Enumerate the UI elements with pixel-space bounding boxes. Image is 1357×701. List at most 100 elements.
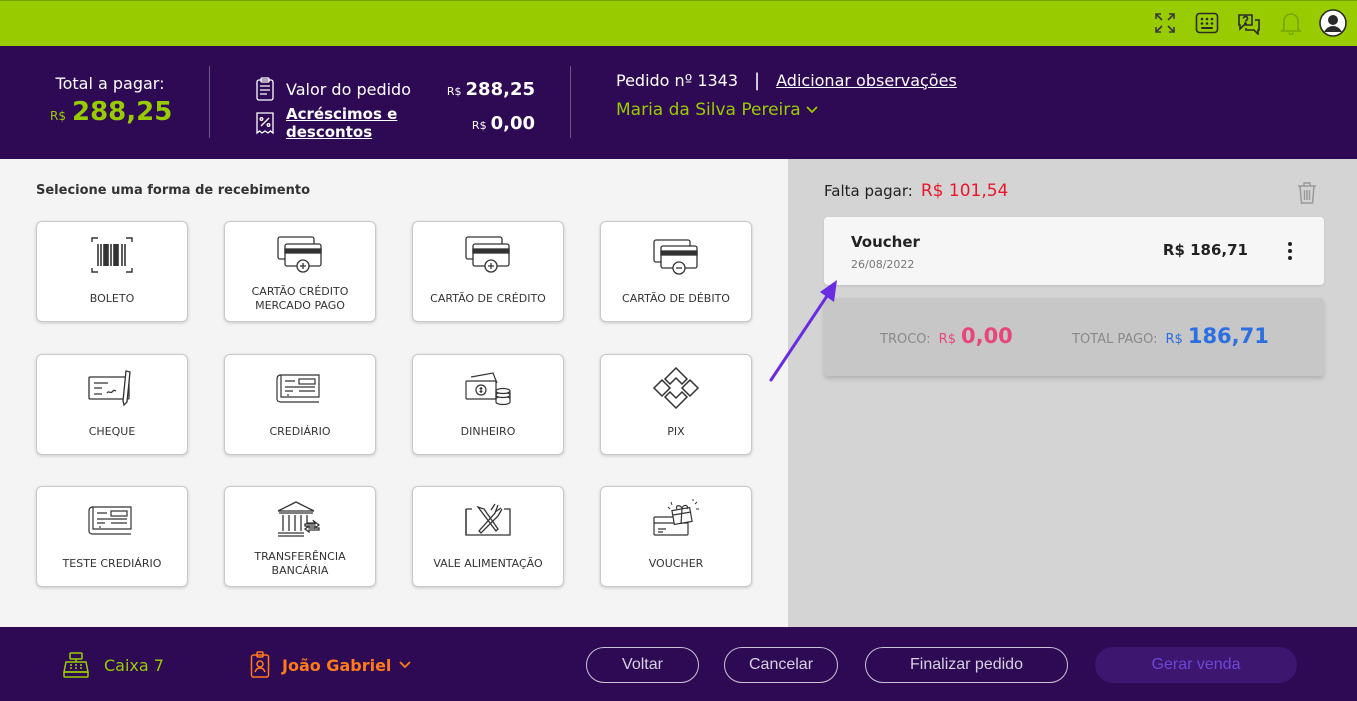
barcode-icon xyxy=(87,234,137,276)
cash-register-info: Caixa 7 xyxy=(62,651,164,679)
method-label: CARTÃO DE DÉBITO xyxy=(622,292,730,305)
method-label: TRANSFERÊNCIA BANCÁRIA xyxy=(254,550,346,577)
order-value-number: 288,25 xyxy=(465,78,535,100)
currency-label: R$ xyxy=(446,84,462,98)
voucher-gift-icon xyxy=(651,499,701,541)
payment-summary-panel: Falta pagar: R$ 101,54 Voucher 26/08/202… xyxy=(788,159,1357,627)
annotation-arrow xyxy=(769,280,837,382)
order-number-line: Pedido nº 1343 | Adicionar observações xyxy=(616,68,957,92)
remaining-label: Falta pagar: xyxy=(824,182,913,200)
change-currency: R$ xyxy=(938,332,956,347)
order-value-row: Valor do pedido R$ 288,25 xyxy=(255,72,535,106)
chevron-down-icon xyxy=(399,661,412,669)
payment-method-credito-mercado-pago[interactable]: CARTÃO CRÉDITO MERCADO PAGO xyxy=(224,221,376,322)
method-label: TESTE CREDIÁRIO xyxy=(62,557,162,570)
cash-register-label: Caixa 7 xyxy=(104,655,164,675)
payment-method-cartao-debito[interactable]: CARTÃO DE DÉBITO xyxy=(600,221,752,322)
totals-box: TROCO: R$ 0,00 TOTAL PAGO: R$ 186,71 xyxy=(824,298,1324,376)
paid-value: 186,71 xyxy=(1187,324,1269,348)
total-to-pay: Total a pagar: R$ 288,25 xyxy=(50,74,173,127)
bell-icon[interactable] xyxy=(1277,9,1305,37)
chevron-down-icon xyxy=(806,106,818,114)
payment-entry-name: Voucher xyxy=(851,233,920,251)
paid-label: TOTAL PAGO: xyxy=(1072,332,1158,347)
currency-label: R$ xyxy=(50,109,66,123)
payment-method-cheque[interactable]: CHEQUE xyxy=(36,354,188,455)
payment-entry[interactable]: Voucher 26/08/2022 R$ 186,71 xyxy=(824,217,1324,285)
cancel-button[interactable]: Cancelar xyxy=(724,647,838,683)
finish-order-button[interactable]: Finalizar pedido xyxy=(865,647,1068,683)
total-label: Total a pagar: xyxy=(55,74,165,93)
change-total: TROCO: R$ 0,00 xyxy=(880,324,1013,348)
cash-icon xyxy=(463,367,513,409)
order-header: Total a pagar: R$ 288,25 Valor do pedido … xyxy=(0,46,1357,159)
keypad-icon[interactable] xyxy=(1193,9,1221,37)
payment-entry-amount: R$ 186,71 xyxy=(1162,241,1248,259)
remaining-value: R$ 101,54 xyxy=(920,181,1009,201)
payment-method-teste-crediario[interactable]: TESTE CREDIÁRIO xyxy=(36,486,188,587)
change-label: TROCO: xyxy=(880,332,931,347)
operator-selector[interactable]: João Gabriel xyxy=(250,651,412,679)
method-label: VOUCHER xyxy=(648,557,704,570)
card-plus-icon xyxy=(275,234,325,276)
help-chat-icon[interactable] xyxy=(1235,9,1263,37)
order-value-label: Valor do pedido xyxy=(286,79,411,99)
more-options-icon[interactable] xyxy=(1286,241,1294,261)
generate-sale-button[interactable]: Gerar venda xyxy=(1095,647,1297,683)
payment-method-dinheiro[interactable]: DINHEIRO xyxy=(412,354,564,455)
operator-name: João Gabriel xyxy=(282,655,392,675)
payment-method-boleto[interactable]: BOLETO xyxy=(36,221,188,322)
trash-icon[interactable] xyxy=(1297,181,1317,205)
fork-knife-icon xyxy=(463,499,513,541)
bank-transfer-icon xyxy=(275,499,325,541)
method-label: VALE ALIMENTAÇÃO xyxy=(433,557,543,570)
method-label: CHEQUE xyxy=(88,425,136,438)
payment-method-pix[interactable]: PIX xyxy=(600,354,752,455)
add-notes-link[interactable]: Adicionar observações xyxy=(776,71,957,90)
client-name: Maria da Silva Pereira xyxy=(616,100,801,120)
top-bar xyxy=(0,0,1357,46)
paid-currency: R$ xyxy=(1165,332,1183,347)
clipboard-icon xyxy=(255,77,277,101)
cash-register-icon xyxy=(62,651,90,679)
method-label: DINHEIRO xyxy=(460,425,516,438)
method-label: CARTÃO DE CRÉDITO xyxy=(430,292,546,305)
adjustments-amount: R$ 0,00 xyxy=(472,113,535,134)
paid-total: TOTAL PAGO: R$ 186,71 xyxy=(1072,324,1269,348)
remaining-to-pay: Falta pagar: R$ 101,54 xyxy=(824,181,1008,201)
card-plus-icon xyxy=(463,234,513,276)
divider xyxy=(570,66,571,138)
crediario-icon xyxy=(87,499,137,541)
pix-icon xyxy=(651,366,701,410)
payment-method-crediario[interactable]: CREDIÁRIO xyxy=(224,354,376,455)
id-badge-icon xyxy=(250,651,270,679)
order-values: Valor do pedido R$ 288,25 Acréscimos e de… xyxy=(255,72,535,141)
total-value: R$ 288,25 xyxy=(50,97,173,127)
back-button[interactable]: Voltar xyxy=(586,647,699,683)
user-avatar-icon[interactable] xyxy=(1319,9,1347,37)
adjustments-link[interactable]: Acréscimos e descontos xyxy=(286,105,472,141)
cheque-icon xyxy=(87,367,137,409)
footer-bar: Caixa 7 João Gabriel Voltar Cancelar Fin… xyxy=(0,627,1357,701)
total-amount: 288,25 xyxy=(71,97,173,127)
payment-method-vale-alimentacao[interactable]: VALE ALIMENTAÇÃO xyxy=(412,486,564,587)
order-info: Pedido nº 1343 | Adicionar observações M… xyxy=(616,68,957,121)
order-value-amount: R$ 288,25 xyxy=(447,79,535,100)
divider xyxy=(209,66,210,138)
method-label: CARTÃO CRÉDITO MERCADO PAGO xyxy=(251,285,349,312)
payment-entry-date: 26/08/2022 xyxy=(851,258,915,271)
crediario-icon xyxy=(275,367,325,409)
card-minus-icon xyxy=(651,234,701,276)
client-selector[interactable]: Maria da Silva Pereira xyxy=(616,100,957,120)
payment-method-transferencia-bancaria[interactable]: TRANSFERÊNCIA BANCÁRIA xyxy=(224,486,376,587)
fullscreen-icon[interactable] xyxy=(1151,9,1179,37)
payment-method-voucher[interactable]: VOUCHER xyxy=(600,486,752,587)
payment-methods-panel: Selecione uma forma de recebimento BOLET… xyxy=(0,159,788,627)
method-label: PIX xyxy=(667,425,685,438)
discount-tag-icon xyxy=(255,111,277,135)
separator: | xyxy=(754,69,761,91)
adjustments-number: 0,00 xyxy=(490,112,535,134)
change-value: 0,00 xyxy=(960,324,1013,348)
order-number: Pedido nº 1343 xyxy=(616,70,739,90)
payment-method-cartao-credito[interactable]: CARTÃO DE CRÉDITO xyxy=(412,221,564,322)
